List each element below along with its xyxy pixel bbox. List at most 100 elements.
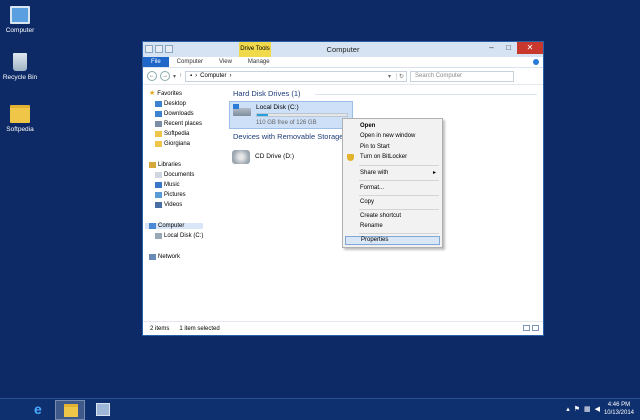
menu-item-rename[interactable]: Rename — [345, 222, 440, 231]
up-button[interactable]: ↑ — [179, 73, 182, 79]
drive-free-space: 110 GB free of 126 GB — [256, 120, 317, 126]
details-view-icon[interactable] — [523, 325, 530, 331]
minimize-button[interactable]: – — [483, 42, 500, 54]
status-bar: 2 items 1 item selected — [143, 321, 543, 335]
breadcrumb-computer[interactable]: Computer — [200, 73, 226, 79]
maximize-button[interactable]: □ — [500, 42, 517, 54]
tab-view[interactable]: View — [211, 57, 240, 67]
desktop-icon — [155, 101, 162, 107]
network-icon[interactable]: ▦ — [584, 405, 591, 413]
nav-item-downloads[interactable]: Downloads — [155, 111, 194, 117]
taskbar-internet-explorer[interactable]: e — [26, 400, 56, 420]
nav-item-softpedia[interactable]: Softpedia — [155, 131, 189, 137]
storage-usage-fill — [257, 114, 269, 116]
menu-item-create-shortcut[interactable]: Create shortcut — [345, 212, 440, 221]
clock-time: 4:46 PM — [607, 402, 631, 408]
close-button[interactable]: ✕ — [517, 42, 543, 54]
nav-computer[interactable]: Computer — [145, 223, 203, 229]
nav-libraries[interactable]: Libraries — [149, 162, 181, 168]
show-hidden-icons-icon[interactable]: ▴ — [566, 405, 570, 413]
documents-icon — [155, 172, 162, 178]
nav-item-music[interactable]: Music — [155, 182, 180, 188]
address-dropdown-icon[interactable]: ▾ — [388, 73, 391, 80]
server-manager-icon — [96, 403, 110, 416]
nav-network[interactable]: Network — [149, 254, 180, 260]
address-bar[interactable]: ▪ › Computer › ▾ ↻ — [185, 70, 408, 82]
volume-icon[interactable]: ◀ — [595, 405, 600, 413]
nav-item-documents[interactable]: Documents — [155, 172, 194, 178]
nav-item-pictures[interactable]: Pictures — [155, 192, 186, 198]
network-icon — [149, 254, 156, 260]
shield-icon — [347, 154, 354, 161]
group-header-removable[interactable]: Devices with Removable Storage ( — [233, 132, 348, 141]
group-header-hdd[interactable]: Hard Disk Drives (1) — [233, 89, 301, 98]
menu-separator — [359, 209, 439, 210]
menu-separator — [359, 195, 439, 196]
taskbar: e ▴ ⚑ ▦ ◀ 4:46 PM 10/13/2014 — [0, 398, 640, 420]
computer-icon — [10, 6, 30, 24]
group-divider — [315, 94, 537, 95]
tab-computer[interactable]: Computer — [169, 57, 211, 67]
clock[interactable]: 4:46 PM 10/13/2014 — [604, 401, 634, 417]
internet-explorer-icon: e — [34, 401, 42, 417]
cd-drive-tile[interactable]: CD Drive (D:) — [229, 144, 329, 172]
folder-icon — [10, 105, 30, 123]
computer-small-icon: ▪ — [190, 73, 193, 79]
downloads-icon — [155, 111, 162, 117]
navigation-pane: ★ Favorites Desktop Downloads Recent pla… — [143, 86, 205, 322]
selection-count: 1 item selected — [179, 325, 220, 332]
libraries-icon — [149, 162, 156, 168]
recent-locations-icon[interactable]: ▾ — [173, 73, 176, 80]
system-tray: ▴ ⚑ ▦ ◀ — [566, 405, 600, 413]
address-row: ← → ▾ ↑ ▪ › Computer › ▾ ↻ Search Comput… — [143, 68, 543, 85]
menu-item-format[interactable]: Format... — [345, 184, 440, 193]
search-input[interactable]: Search Computer — [410, 70, 515, 82]
clock-date: 10/13/2014 — [603, 410, 634, 416]
tab-manage[interactable]: Manage — [240, 57, 278, 67]
tab-file[interactable]: File — [143, 57, 169, 67]
menu-item-pin-to-start[interactable]: Pin to Start — [345, 143, 440, 152]
menu-separator — [359, 180, 439, 181]
context-menu: Open Open in new window Pin to Start Tur… — [342, 118, 443, 248]
local-disk-tile[interactable]: Local Disk (C:) 110 GB free of 126 GB — [229, 101, 353, 129]
cd-drive-icon — [232, 150, 250, 164]
refresh-icon[interactable]: ↻ — [395, 72, 406, 80]
nav-item-giorgiana[interactable]: Giorgiana — [155, 141, 190, 147]
folder-icon — [155, 131, 162, 137]
menu-item-share-with[interactable]: Share with ▸ — [345, 169, 440, 178]
action-center-flag-icon[interactable]: ⚑ — [574, 405, 580, 413]
menu-item-properties[interactable]: Properties — [345, 236, 440, 245]
taskbar-file-explorer[interactable] — [55, 400, 85, 420]
recent-places-icon — [155, 121, 162, 127]
taskbar-server-manager[interactable] — [88, 400, 118, 420]
menu-item-turn-on-bitlocker[interactable]: Turn on BitLocker — [345, 153, 440, 162]
nav-item-desktop[interactable]: Desktop — [155, 101, 186, 107]
nav-item-recent-places[interactable]: Recent places — [155, 121, 202, 127]
nav-item-videos[interactable]: Videos — [155, 202, 182, 208]
desktop-icon-softpedia[interactable]: Softpedia — [2, 105, 38, 133]
menu-item-open[interactable]: Open — [345, 122, 440, 131]
menu-item-open-new-window[interactable]: Open in new window — [345, 132, 440, 141]
back-button[interactable]: ← — [147, 71, 157, 81]
menu-separator — [359, 233, 439, 234]
item-count: 2 items — [150, 325, 170, 332]
submenu-arrow-icon: ▸ — [432, 170, 436, 176]
storage-usage-bar — [256, 113, 348, 117]
help-icon[interactable] — [533, 59, 539, 65]
ribbon-tabs: File Computer View Manage — [143, 57, 543, 68]
drive-name: CD Drive (D:) — [255, 153, 294, 160]
forward-button[interactable]: → — [160, 71, 170, 81]
menu-item-copy[interactable]: Copy — [345, 198, 440, 207]
desktop-icon-label: Softpedia — [6, 126, 34, 133]
star-icon: ★ — [149, 90, 156, 97]
desktop-icon-recycle-bin[interactable]: Recycle Bin — [2, 53, 38, 81]
desktop-icon-label: Recycle Bin — [2, 74, 38, 81]
large-icons-view-icon[interactable] — [532, 325, 539, 331]
recycle-bin-icon — [13, 53, 27, 71]
hard-drive-icon — [233, 108, 251, 116]
desktop-icon-computer[interactable]: Computer — [2, 6, 38, 34]
nav-favorites[interactable]: ★ Favorites — [149, 90, 182, 97]
videos-icon — [155, 202, 162, 208]
drive-icon — [155, 233, 162, 239]
nav-item-local-disk[interactable]: Local Disk (C:) — [155, 233, 203, 239]
